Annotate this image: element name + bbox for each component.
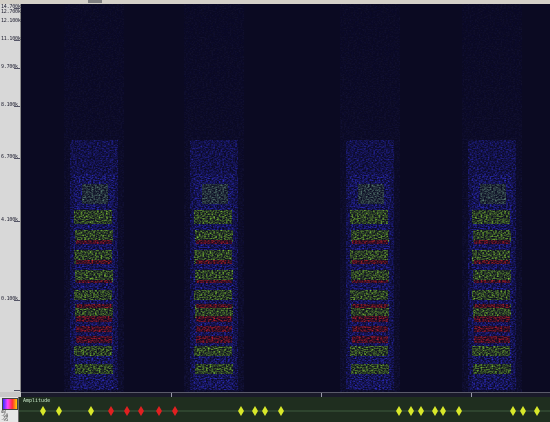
amplitude-peak	[108, 406, 114, 416]
freq-tick	[14, 158, 20, 159]
amplitude-panel: dB -60 -95 Amplitude	[0, 397, 550, 422]
amplitude-peak	[520, 406, 526, 416]
freq-tick	[14, 221, 20, 222]
amplitude-peak	[124, 406, 130, 416]
spectrogram-image	[64, 4, 522, 392]
freq-tick	[14, 390, 20, 391]
freq-tick	[14, 8, 20, 9]
speech-burst	[64, 4, 124, 392]
amplitude-peak	[262, 406, 268, 416]
frequency-axis: 14.700k 12.700k 12.100k 11.100k 9.700k 8…	[0, 4, 21, 392]
amplitude-waveform	[19, 406, 550, 416]
scroll-thumb[interactable]	[88, 0, 102, 3]
freq-tick	[14, 68, 20, 69]
amplitude-peak	[238, 406, 244, 416]
spectrogram-bursts	[64, 4, 522, 392]
spectrogram-window: 14.700k 12.700k 12.100k 11.100k 9.700k 8…	[0, 0, 550, 422]
amplitude-peak	[510, 406, 516, 416]
amplitude-peak	[278, 406, 284, 416]
amplitude-peak	[396, 406, 402, 416]
amplitude-peak	[252, 406, 258, 416]
freq-label: 12.100k	[1, 18, 21, 24]
amplitude-peak	[534, 406, 540, 416]
freq-tick	[14, 300, 20, 301]
amplitude-peak	[88, 406, 94, 416]
spectrogram-canvas[interactable]	[21, 4, 550, 392]
amplitude-peak	[172, 406, 178, 416]
amplitude-peak	[440, 406, 446, 416]
amplitude-peak	[408, 406, 414, 416]
freq-label: 12.700k	[1, 9, 21, 15]
amplitude-title: Amplitude	[21, 398, 53, 404]
freq-tick	[14, 106, 20, 107]
speech-burst	[184, 4, 244, 392]
speech-burst	[340, 4, 400, 392]
amplitude-peak	[40, 406, 46, 416]
amp-scale-label: -95	[1, 417, 9, 422]
amplitude-peak	[138, 406, 144, 416]
amplitude-peak	[156, 406, 162, 416]
amplitude-track[interactable]: Amplitude	[18, 397, 550, 422]
speech-burst	[462, 4, 522, 392]
amplitude-peak	[456, 406, 462, 416]
freq-tick	[14, 40, 20, 41]
amplitude-peak	[432, 406, 438, 416]
amplitude-peak	[56, 406, 62, 416]
amplitude-peak	[418, 406, 424, 416]
